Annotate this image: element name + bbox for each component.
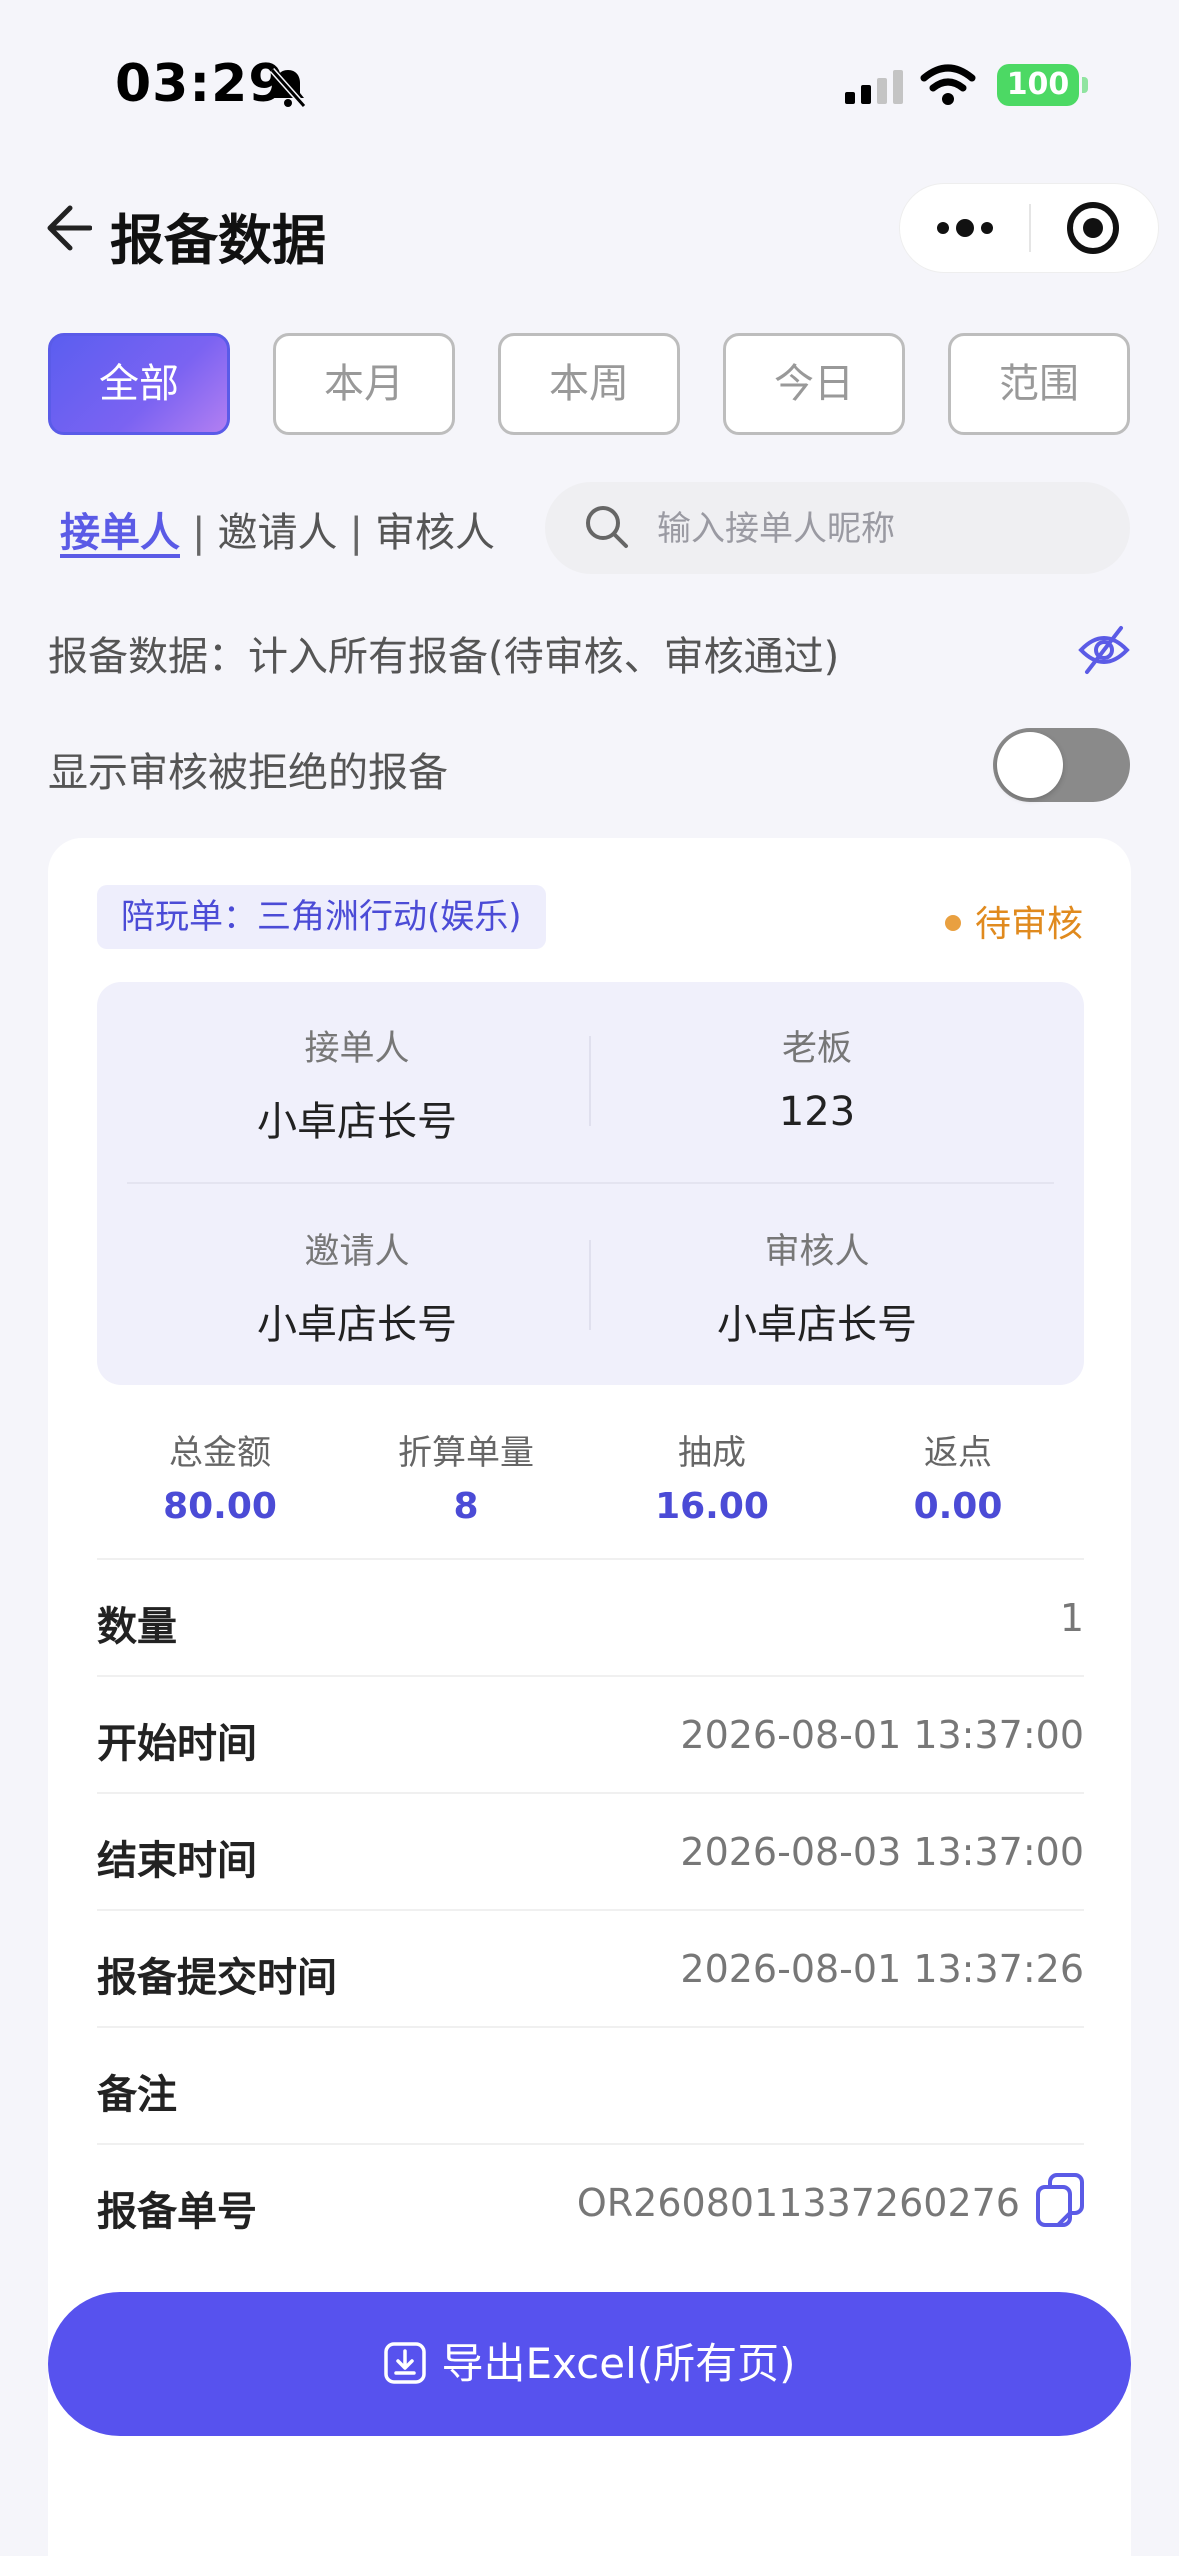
search-icon <box>586 506 628 548</box>
stat-value: 16.00 <box>655 1486 769 1527</box>
stat-rebate: 返点 0.00 <box>835 1425 1081 1527</box>
status-text: 待审核 <box>974 904 1083 945</box>
people-label: 老板 <box>781 1029 852 1069</box>
people-value: 小卓店长号 <box>717 1302 917 1348</box>
people-taker: 接单人 小卓店长号 <box>127 1020 587 1147</box>
row-start-time: 开始时间 2026-08-01 13:37:00 <box>97 1675 1084 1791</box>
more-dots-icon[interactable] <box>935 210 995 246</box>
people-label: 审核人 <box>764 1232 870 1272</box>
status-dot-icon <box>944 915 961 931</box>
role-inviter[interactable]: 邀请人 <box>217 510 337 556</box>
row-label: 结束时间 <box>97 1838 257 1884</box>
tab-this-week[interactable]: 本周 <box>498 333 680 435</box>
row-value: 1 <box>1059 1596 1084 1640</box>
row-value: 2026-08-03 13:37:00 <box>680 1830 1084 1874</box>
role-taker[interactable]: 接单人 <box>60 510 180 556</box>
people-label: 接单人 <box>304 1029 410 1069</box>
back-arrow-icon[interactable] <box>44 200 92 256</box>
wifi-icon <box>920 64 976 105</box>
stat-value: 8 <box>453 1486 479 1527</box>
people-divider <box>589 1036 591 1126</box>
capsule-divider <box>1029 204 1031 252</box>
people-value: 123 <box>778 1089 856 1135</box>
role-separator: | <box>349 510 363 556</box>
order-type-tag: 陪玩单：三角洲行动(娱乐) <box>97 885 546 949</box>
status-badge: 待审核 <box>944 895 1083 947</box>
stat-total-amount: 总金额 80.00 <box>97 1425 343 1527</box>
search-input[interactable] <box>657 504 1107 554</box>
row-label: 备注 <box>97 2072 177 2118</box>
download-icon <box>384 2341 427 2384</box>
export-excel-button[interactable]: 导出Excel(所有页) <box>48 2292 1131 2436</box>
people-reviewer: 审核人 小卓店长号 <box>587 1223 1047 1350</box>
tab-this-month[interactable]: 本月 <box>273 333 455 435</box>
row-label: 报备提交时间 <box>97 1955 337 2001</box>
row-value: 2026-08-01 13:37:00 <box>680 1713 1084 1757</box>
people-boss: 老板 123 <box>587 1020 1047 1135</box>
tab-all[interactable]: 全部 <box>48 333 230 435</box>
row-value: 2026-08-01 13:37:26 <box>680 1947 1084 1991</box>
signal-icon <box>845 70 903 104</box>
stat-label: 抽成 <box>678 1433 746 1473</box>
role-separator: | <box>192 510 206 556</box>
stat-commission: 抽成 16.00 <box>589 1425 835 1527</box>
row-label: 报备单号 <box>97 2189 257 2235</box>
close-target-icon[interactable] <box>1065 200 1121 256</box>
stat-value: 0.00 <box>913 1486 1003 1527</box>
status-time: 03:29 <box>115 54 286 114</box>
copy-icon[interactable] <box>1032 2171 1088 2229</box>
bell-muted-icon <box>269 68 307 108</box>
tab-range[interactable]: 范围 <box>948 333 1130 435</box>
people-label: 邀请人 <box>304 1232 410 1272</box>
eye-off-icon[interactable] <box>1077 624 1131 676</box>
report-scope-info: 报备数据：计入所有报备(待审核、审核通过) <box>48 634 840 680</box>
people-value: 小卓店长号 <box>257 1099 457 1145</box>
row-end-time: 结束时间 2026-08-03 13:37:00 <box>97 1792 1084 1908</box>
people-divider <box>127 1182 1054 1184</box>
people-divider <box>589 1240 591 1330</box>
stat-order-count: 折算单量 8 <box>343 1425 589 1527</box>
time-range-tabs: 全部 本月 本周 今日 范围 <box>48 333 1131 435</box>
battery-indicator: 100 <box>997 64 1079 106</box>
stat-value: 80.00 <box>163 1486 277 1527</box>
row-quantity: 数量 1 <box>97 1558 1084 1674</box>
stat-label: 总金额 <box>169 1433 271 1473</box>
row-label: 数量 <box>97 1604 177 1650</box>
row-remark: 备注 <box>97 2026 1084 2142</box>
page-title: 报备数据 <box>110 209 326 272</box>
people-value: 小卓店长号 <box>257 1302 457 1348</box>
people-inviter: 邀请人 小卓店长号 <box>127 1223 587 1350</box>
row-value: OR2608011337260276 <box>576 2181 1020 2225</box>
row-submit-time: 报备提交时间 2026-08-01 13:37:26 <box>97 1909 1084 2025</box>
stat-label: 返点 <box>924 1433 992 1473</box>
tab-today[interactable]: 今日 <box>723 333 905 435</box>
row-report-number: 报备单号 OR2608011337260276 <box>97 2143 1084 2259</box>
show-rejected-label: 显示审核被拒绝的报备 <box>48 750 448 796</box>
row-label: 开始时间 <box>97 1721 257 1767</box>
stat-label: 折算单量 <box>398 1433 534 1473</box>
role-selector: 接单人 | 邀请人 | 审核人 <box>60 500 495 558</box>
battery-tip <box>1082 77 1088 93</box>
export-button-label: 导出Excel(所有页) <box>441 2339 796 2388</box>
role-reviewer[interactable]: 审核人 <box>375 510 495 556</box>
toggle-knob[interactable] <box>997 732 1063 798</box>
